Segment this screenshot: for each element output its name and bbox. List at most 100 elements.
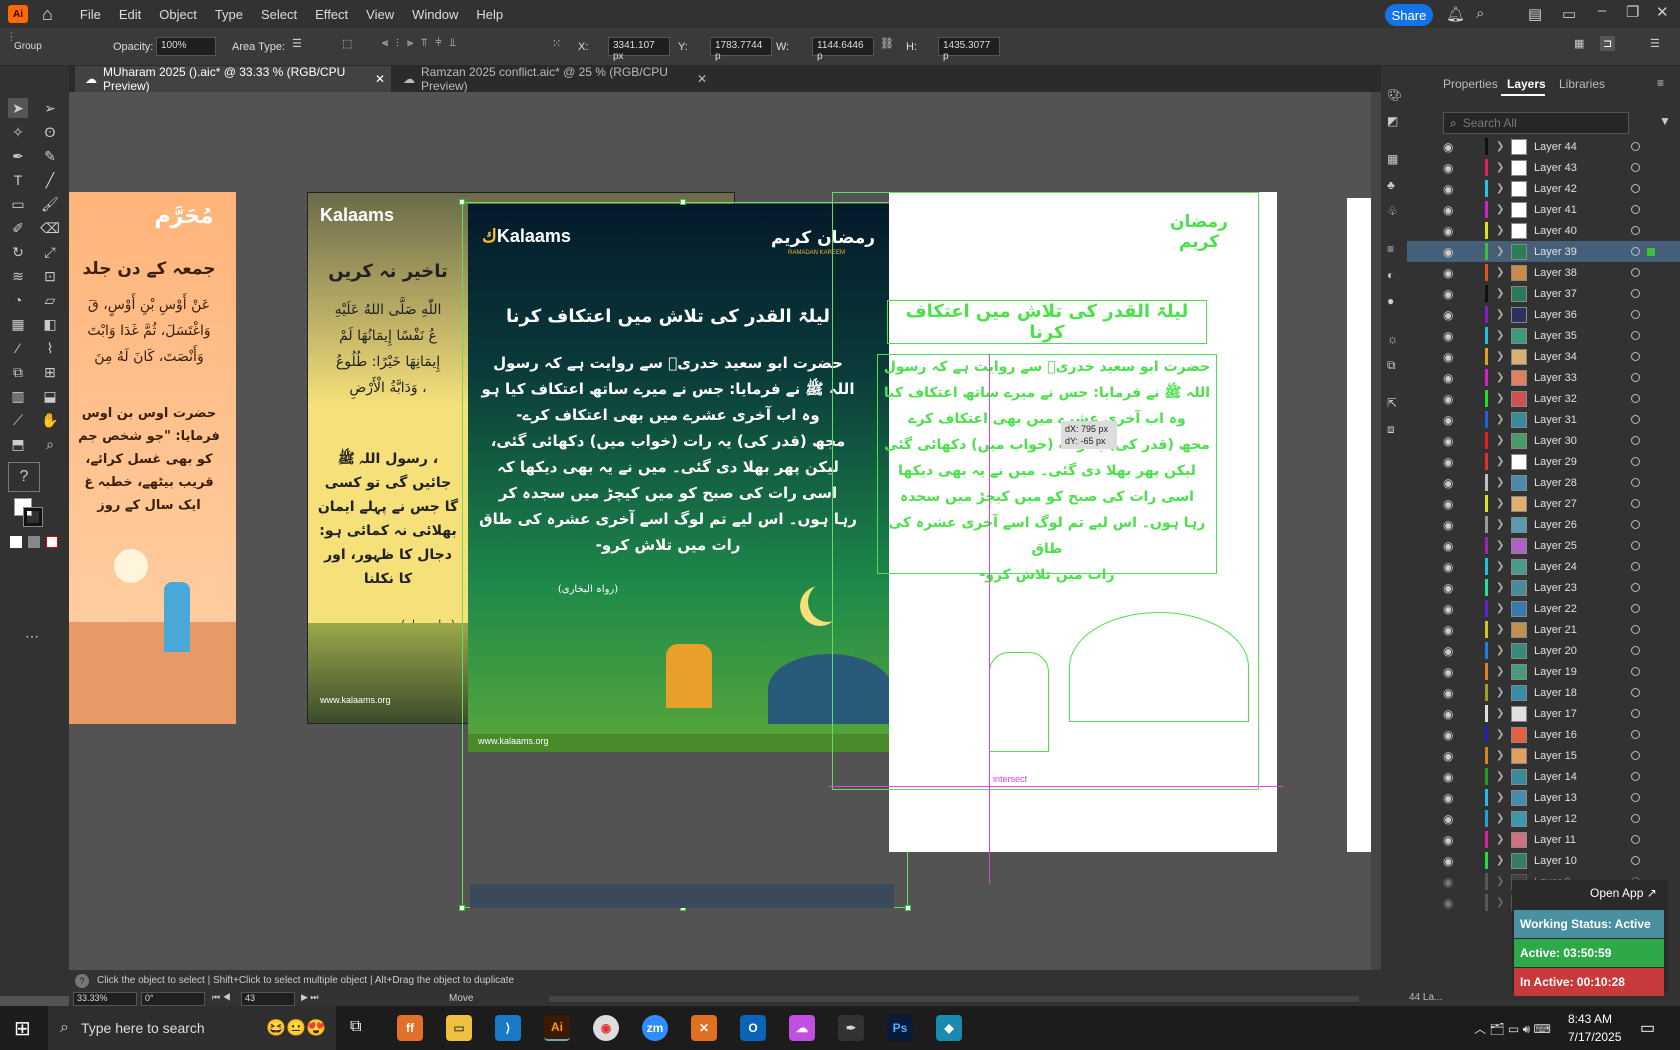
layer-name[interactable]: Layer 43 bbox=[1534, 162, 1577, 174]
resize-handle[interactable] bbox=[905, 905, 911, 911]
menu-object[interactable]: Object bbox=[150, 7, 206, 22]
visibility-eye-icon[interactable]: ◉ bbox=[1443, 518, 1453, 532]
blend-tool-icon[interactable]: ⧉ bbox=[8, 362, 28, 382]
color-mode-icon[interactable] bbox=[10, 536, 22, 548]
visibility-eye-icon[interactable]: ◉ bbox=[1443, 266, 1453, 280]
share-button[interactable]: Share bbox=[1385, 4, 1433, 26]
visibility-eye-icon[interactable]: ◉ bbox=[1443, 245, 1453, 259]
shape-builder-tool-icon[interactable]: ◔ bbox=[8, 290, 28, 310]
target-circle-icon[interactable] bbox=[1631, 394, 1640, 403]
artboard-select[interactable]: 43 bbox=[241, 992, 295, 1006]
layer-name[interactable]: Layer 26 bbox=[1534, 519, 1577, 531]
w-input[interactable]: 1144.6446 p bbox=[812, 37, 874, 62]
expand-chevron-icon[interactable]: ❯ bbox=[1496, 540, 1504, 551]
visibility-eye-icon[interactable]: ◉ bbox=[1443, 434, 1453, 448]
visibility-eye-icon[interactable]: ◉ bbox=[1443, 161, 1453, 175]
none-mode-icon[interactable] bbox=[46, 536, 58, 548]
zoom-icon[interactable]: zm bbox=[642, 1015, 668, 1041]
chrome-icon[interactable]: ◉ bbox=[593, 1015, 619, 1041]
layer-row[interactable]: ◉ ❯ Layer 29 bbox=[1407, 451, 1680, 472]
app-icon[interactable]: ◆ bbox=[936, 1015, 962, 1041]
gradient-panel-icon[interactable]: ◩ bbox=[1387, 114, 1398, 128]
expand-chevron-icon[interactable]: ❯ bbox=[1496, 582, 1504, 593]
layer-row[interactable]: ◉ ❯ Layer 11 bbox=[1407, 829, 1680, 850]
more-tools-icon[interactable]: ⋯ bbox=[22, 626, 42, 646]
layer-name[interactable]: Layer 11 bbox=[1534, 834, 1576, 846]
taskbar-search[interactable]: ⌕ Type here to search 😆😐😍 bbox=[48, 1006, 336, 1050]
layer-name[interactable]: Layer 41 bbox=[1534, 204, 1577, 216]
help-icon[interactable]: ? bbox=[8, 462, 40, 492]
layer-row[interactable]: ◉ ❯ Layer 32 bbox=[1407, 388, 1680, 409]
layer-name[interactable]: Layer 22 bbox=[1534, 603, 1577, 615]
visibility-eye-icon[interactable]: ◉ bbox=[1443, 602, 1453, 616]
menu-file[interactable]: File bbox=[71, 7, 110, 22]
expand-chevron-icon[interactable]: ❯ bbox=[1496, 456, 1504, 467]
layer-row[interactable]: ◉ ❯ Layer 21 bbox=[1407, 619, 1680, 640]
layer-name[interactable]: Layer 27 bbox=[1534, 498, 1577, 510]
target-circle-icon[interactable] bbox=[1631, 163, 1640, 172]
visibility-eye-icon[interactable]: ◉ bbox=[1443, 308, 1453, 322]
expand-chevron-icon[interactable]: ❯ bbox=[1496, 414, 1504, 425]
layer-name[interactable]: Layer 14 bbox=[1534, 771, 1577, 783]
direct-selection-tool-icon[interactable]: ➢ bbox=[40, 98, 60, 118]
layer-row[interactable]: ◉ ❯ Layer 44 bbox=[1407, 136, 1680, 157]
expand-chevron-icon[interactable]: ❯ bbox=[1496, 561, 1504, 572]
layer-row[interactable]: ◉ ❯ Layer 23 bbox=[1407, 577, 1680, 598]
layer-name[interactable]: Layer 32 bbox=[1534, 393, 1577, 405]
lasso-tool-icon[interactable]: ʘ bbox=[40, 122, 60, 142]
opacity-input[interactable]: 100% bbox=[156, 37, 216, 56]
layer-name[interactable]: Layer 19 bbox=[1534, 666, 1577, 678]
visibility-eye-icon[interactable]: ◉ bbox=[1443, 329, 1453, 343]
layer-row[interactable]: ◉ ❯ Layer 33 bbox=[1407, 367, 1680, 388]
expand-chevron-icon[interactable]: ❯ bbox=[1496, 372, 1504, 383]
visibility-eye-icon[interactable]: ◉ bbox=[1443, 728, 1453, 742]
artboards-panel-icon[interactable]: ⧈ bbox=[1387, 422, 1395, 437]
layer-name[interactable]: Layer 40 bbox=[1534, 225, 1577, 237]
expand-chevron-icon[interactable]: ❯ bbox=[1496, 729, 1504, 740]
expand-chevron-icon[interactable]: ❯ bbox=[1496, 225, 1504, 236]
file-explorer-icon[interactable]: ▭ bbox=[446, 1015, 472, 1041]
layer-name[interactable]: Layer 30 bbox=[1534, 435, 1577, 447]
target-circle-icon[interactable] bbox=[1631, 772, 1640, 781]
expand-chevron-icon[interactable]: ❯ bbox=[1496, 750, 1504, 761]
target-circle-icon[interactable] bbox=[1631, 709, 1640, 718]
transform-icon[interactable]: ⬚ bbox=[342, 37, 352, 50]
expand-chevron-icon[interactable]: ❯ bbox=[1496, 141, 1504, 152]
expand-chevron-icon[interactable]: ❯ bbox=[1496, 813, 1504, 824]
target-circle-icon[interactable] bbox=[1631, 625, 1640, 634]
link-icon[interactable]: ⛓ bbox=[880, 37, 894, 50]
export-panel-icon[interactable]: ⇱ bbox=[1387, 396, 1397, 410]
selection-tool-icon[interactable]: ➤ bbox=[8, 98, 28, 118]
mesh-tool-icon[interactable]: ▦ bbox=[8, 314, 28, 334]
visibility-eye-icon[interactable]: ◉ bbox=[1443, 665, 1453, 679]
brush-tool-icon[interactable]: 🖌︎ bbox=[40, 194, 60, 214]
prev-artboard-icon[interactable]: ⏮ ◀ bbox=[212, 992, 231, 1003]
layer-row[interactable]: ◉ ❯ Layer 43 bbox=[1407, 157, 1680, 178]
layer-name[interactable]: Layer 21 bbox=[1534, 624, 1577, 636]
visibility-eye-icon[interactable]: ◉ bbox=[1443, 476, 1453, 490]
visibility-eye-icon[interactable]: ◉ bbox=[1443, 182, 1453, 196]
layer-row[interactable]: ◉ ❯ Layer 27 bbox=[1407, 493, 1680, 514]
slice-tool-icon[interactable]: ⟋ bbox=[8, 410, 28, 430]
visibility-eye-icon[interactable]: ◉ bbox=[1443, 686, 1453, 700]
layer-row[interactable]: ◉ ❯ Layer 18 bbox=[1407, 682, 1680, 703]
target-circle-icon[interactable] bbox=[1631, 352, 1640, 361]
rotate-select[interactable]: 0° bbox=[141, 992, 205, 1006]
layer-name[interactable]: Layer 12 bbox=[1534, 813, 1577, 825]
visibility-eye-icon[interactable]: ◉ bbox=[1443, 455, 1453, 469]
visibility-eye-icon[interactable]: ◉ bbox=[1443, 875, 1453, 889]
menu-select[interactable]: Select bbox=[252, 7, 306, 22]
target-circle-icon[interactable] bbox=[1631, 247, 1640, 256]
target-circle-icon[interactable] bbox=[1631, 667, 1640, 676]
target-circle-icon[interactable] bbox=[1631, 289, 1640, 298]
visibility-eye-icon[interactable]: ◉ bbox=[1443, 581, 1453, 595]
home-icon[interactable]: ⌂ bbox=[42, 4, 53, 25]
target-circle-icon[interactable] bbox=[1631, 835, 1640, 844]
expand-chevron-icon[interactable]: ❯ bbox=[1496, 771, 1504, 782]
close-tab-icon[interactable]: ✕ bbox=[697, 72, 707, 86]
target-circle-icon[interactable] bbox=[1631, 373, 1640, 382]
layer-name[interactable]: Layer 44 bbox=[1534, 141, 1577, 153]
close-tab-icon[interactable]: ✕ bbox=[375, 72, 385, 86]
target-circle-icon[interactable] bbox=[1631, 436, 1640, 445]
expand-chevron-icon[interactable]: ❯ bbox=[1496, 435, 1504, 446]
